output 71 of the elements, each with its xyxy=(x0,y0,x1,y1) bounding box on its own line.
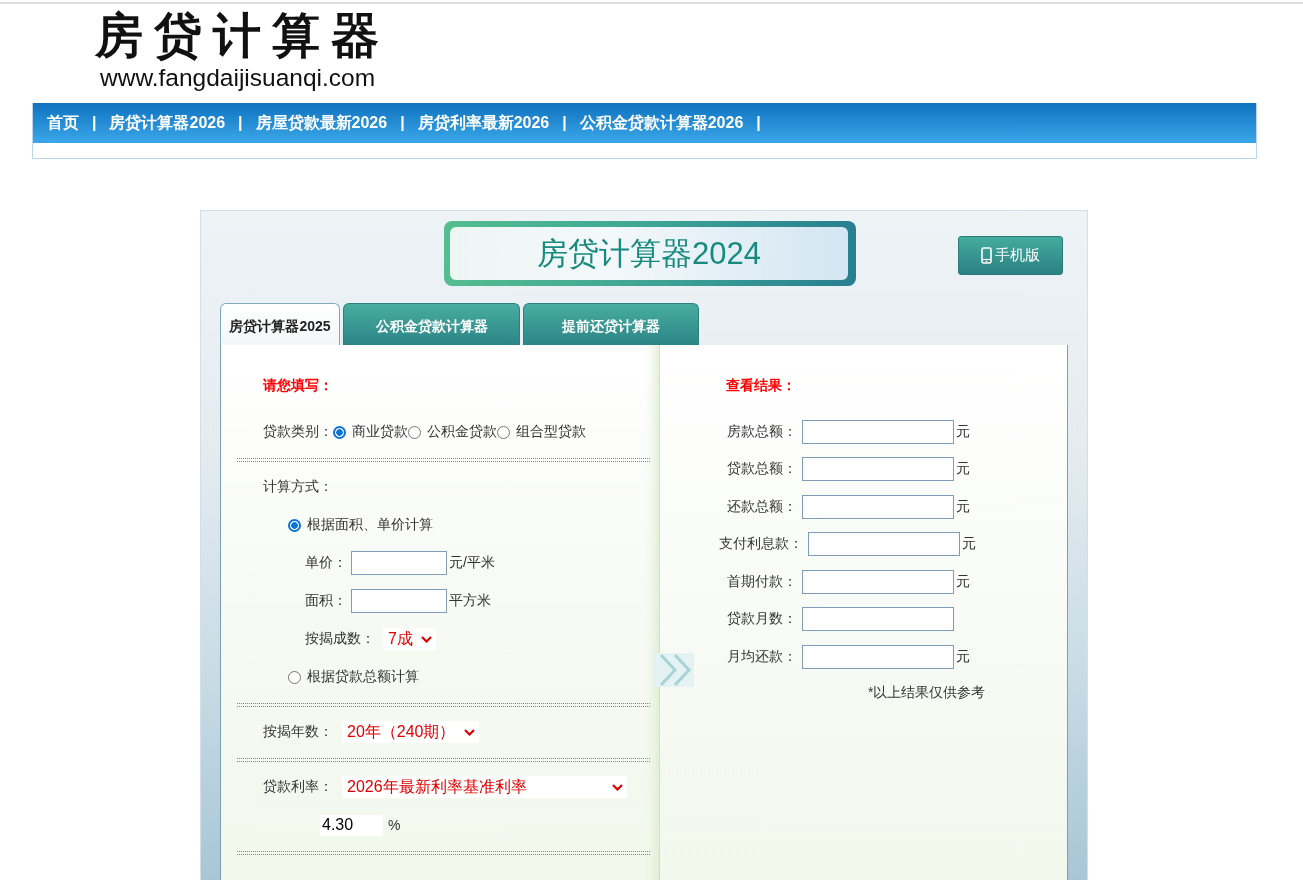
dropdown[interactable]: 7成 xyxy=(383,628,436,650)
unit-label: 元 xyxy=(956,572,970,591)
field-label: 还款总额： xyxy=(726,497,797,516)
disclaimer-note: *以上结果仅供参考 xyxy=(868,682,986,702)
radio-button[interactable] xyxy=(497,425,510,439)
radio-label: 根据贷款总额计算 xyxy=(307,668,419,686)
field-label: 贷款月数： xyxy=(726,610,797,629)
section-heading: 请您填写： xyxy=(263,376,333,395)
phone-icon xyxy=(981,247,992,264)
field-label: 月均还款： xyxy=(726,647,797,666)
field-label: 首期付款： xyxy=(726,572,797,591)
dropdown[interactable]: 20年（240期） xyxy=(342,721,479,743)
radio-label: 商业贷款 xyxy=(352,423,408,441)
unit-label: 元 xyxy=(956,422,970,441)
calculator-title: 房贷计算器2024 xyxy=(450,227,848,280)
tab[interactable]: 公积金贷款计算器 xyxy=(343,303,520,345)
radio-button[interactable] xyxy=(288,518,301,532)
nav-link[interactable]: 房贷计算器2026 xyxy=(109,112,226,134)
field-label: 面积： xyxy=(305,592,347,610)
field-label: 支付利息款： xyxy=(719,535,803,554)
nav-link[interactable]: 首页 xyxy=(47,112,79,134)
chevron-down-icon xyxy=(463,728,475,736)
mobile-version-button[interactable]: 手机版 xyxy=(958,236,1063,275)
radio-label: 组合型贷款 xyxy=(516,423,586,441)
chevron-down-icon xyxy=(612,783,623,791)
result-field[interactable] xyxy=(802,457,954,482)
field-label: 贷款总额： xyxy=(726,460,797,479)
unit-label: % xyxy=(388,817,401,833)
result-field[interactable] xyxy=(802,569,954,594)
field-label: 贷款类别： xyxy=(263,423,333,441)
chevron-down-icon xyxy=(420,635,432,643)
dropdown[interactable]: 2026年最新利率基准利率 xyxy=(342,776,627,798)
unit-label: 元 xyxy=(956,647,970,666)
unit-label: 元 xyxy=(962,535,976,554)
radio-label: 根据面积、单价计算 xyxy=(307,516,433,534)
nav-link[interactable]: 房屋贷款最新2026 xyxy=(255,112,388,134)
nav-link[interactable]: 房贷利率最新2026 xyxy=(417,112,550,134)
tab[interactable]: 房贷计算器2025 xyxy=(220,303,340,345)
text-field[interactable] xyxy=(351,551,447,575)
nav-separator: | xyxy=(238,114,243,132)
rate-field[interactable]: 4.30 xyxy=(320,814,383,836)
text-field[interactable] xyxy=(351,589,447,613)
nav-separator: | xyxy=(756,114,761,132)
nav-link[interactable]: 公积金贷款计算器2026 xyxy=(579,112,744,134)
field-label: 贷款利率： xyxy=(263,778,333,796)
nav-separator: | xyxy=(92,114,97,132)
unit-label: 平方米 xyxy=(449,592,491,610)
site-url: www.fangdaijisuanqi.com xyxy=(100,64,376,92)
radio-button[interactable] xyxy=(288,670,301,684)
radio-button[interactable] xyxy=(408,425,421,439)
nav-separator: | xyxy=(400,114,405,132)
result-field[interactable] xyxy=(802,644,954,669)
result-field[interactable] xyxy=(802,494,954,519)
radio-label: 公积金贷款 xyxy=(427,423,497,441)
field-label: 按揭年数： xyxy=(263,723,333,741)
field-label: 计算方式： xyxy=(263,478,333,496)
nav-separator: | xyxy=(562,114,567,132)
tab[interactable]: 提前还贷计算器 xyxy=(523,303,699,345)
result-field[interactable] xyxy=(802,607,954,632)
radio-button[interactable] xyxy=(333,425,346,439)
result-field[interactable] xyxy=(802,419,954,444)
unit-label: 元 xyxy=(956,460,970,479)
section-heading: 查看结果： xyxy=(726,376,796,395)
field-label: 按揭成数： xyxy=(305,630,375,648)
logo-title: 房贷计算器 xyxy=(95,8,390,62)
result-field[interactable] xyxy=(808,532,960,557)
unit-label: 元/平米 xyxy=(449,554,495,572)
unit-label: 元 xyxy=(956,497,970,516)
field-label: 房款总额： xyxy=(726,422,797,441)
double-chevron-icon xyxy=(653,653,694,687)
field-label: 单价： xyxy=(305,554,347,572)
